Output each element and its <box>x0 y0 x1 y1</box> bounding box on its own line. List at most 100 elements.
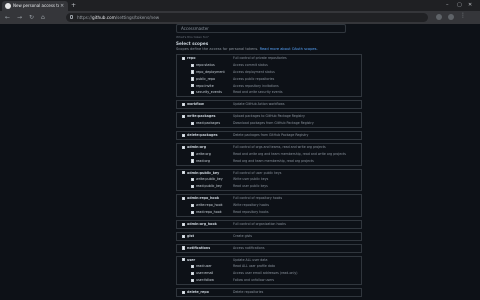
scope-description: Access deployment status <box>233 69 275 74</box>
scopes-table: repo Full control of private repositories… <box>176 54 362 300</box>
scope-checkbox[interactable] <box>191 178 195 182</box>
scopes-description: Scopes define the access for personal to… <box>176 47 318 51</box>
scope-checkbox[interactable] <box>191 210 195 214</box>
scope-checkbox[interactable] <box>182 258 186 262</box>
scope-group-delete-packages: delete:packages Delete packages from GitH… <box>176 131 362 140</box>
scope-checkbox[interactable] <box>191 278 195 283</box>
scope-checkbox[interactable] <box>182 246 186 250</box>
tab-title: New personal access tok... <box>13 3 59 8</box>
scope-description: Download packages from GitHub Package Re… <box>233 121 314 126</box>
scope-name: user:follow <box>196 278 214 283</box>
scope-name: user <box>187 257 196 262</box>
scope-description: Read and write org and team membership, … <box>233 151 346 156</box>
scope-name: admin:org_hook <box>187 221 217 226</box>
scope-name: gist <box>187 233 195 238</box>
scope-checkbox[interactable] <box>191 152 195 156</box>
back-arrow-icon[interactable]: ← <box>5 13 10 22</box>
scope-description: Access repository invitations <box>233 83 279 88</box>
scope-checkbox[interactable] <box>182 196 186 201</box>
scope-group-admin-org: admin:org Full control of orgs and teams,… <box>176 142 362 166</box>
url-text: https://github.com/settings/tokens/new <box>77 15 160 20</box>
new-tab-button[interactable]: + <box>71 1 76 10</box>
scope-name: admin:repo_hook <box>187 196 220 201</box>
scope-checkbox[interactable] <box>191 272 195 276</box>
scope-name: repo <box>187 56 196 60</box>
scope-checkbox[interactable] <box>182 234 186 238</box>
scope-checkbox[interactable] <box>182 222 186 226</box>
menu-kebab-icon[interactable]: ⋮ <box>460 13 466 19</box>
scope-name: delete:packages <box>187 133 218 138</box>
minimize-window-icon[interactable]: – <box>446 1 449 10</box>
oauth-scopes-link[interactable]: Read more about OAuth scopes. <box>260 47 318 51</box>
address-bar[interactable]: https://github.com/settings/tokens/new <box>66 13 428 22</box>
profile-icon[interactable] <box>448 14 454 20</box>
scope-checkbox[interactable] <box>182 56 186 60</box>
maximize-window-icon[interactable]: ▢ <box>457 1 462 10</box>
scope-subrow: write:public_key Write user public keys <box>177 176 361 183</box>
scope-row: repo Full control of private repositories <box>177 55 361 62</box>
lock-icon <box>70 15 73 19</box>
scope-row: delete:packages Delete packages from GitH… <box>177 132 361 139</box>
scope-subrow: user:email Access user email addresses (r… <box>177 270 361 277</box>
scope-subrow: security_events Read and write security e… <box>177 89 361 96</box>
forward-arrow-icon[interactable]: → <box>17 13 22 22</box>
scope-name: public_repo <box>196 76 215 81</box>
scope-checkbox[interactable] <box>191 91 195 95</box>
scope-checkbox[interactable] <box>191 77 195 81</box>
scope-checkbox[interactable] <box>182 114 186 119</box>
note-field[interactable]: Accessmaster <box>176 24 346 33</box>
scope-name: write:org <box>196 151 211 156</box>
scope-description: Create gists <box>233 233 253 238</box>
scope-subrow: write:repo_hook Write repository hooks <box>177 202 361 209</box>
scope-checkbox[interactable] <box>182 103 186 107</box>
scope-checkbox[interactable] <box>182 171 186 175</box>
home-icon[interactable]: ⌂ <box>41 13 45 22</box>
scope-checkbox[interactable] <box>191 203 195 208</box>
scope-row: delete_repo Delete repositories <box>177 289 361 296</box>
scope-name: repo_deployment <box>196 69 225 74</box>
scope-checkbox[interactable] <box>182 145 186 149</box>
scope-checkbox[interactable] <box>191 185 195 189</box>
scope-checkbox[interactable] <box>182 290 186 295</box>
scope-row: admin:org_hook Full control of organizati… <box>177 221 361 228</box>
scope-description: Delete repositories <box>233 290 264 295</box>
page-content: Accessmaster What's this token for? Sele… <box>0 24 480 298</box>
scope-description: Access commit status <box>233 62 268 67</box>
scope-description: Access user email addresses (read-only) <box>233 271 298 276</box>
scope-checkbox[interactable] <box>191 84 195 88</box>
scope-name: repo:status <box>196 62 215 67</box>
scope-checkbox[interactable] <box>191 265 195 269</box>
scope-row: admin:public_key Full control of user pub… <box>177 170 361 177</box>
scope-subrow: public_repo Access public repositories <box>177 76 361 83</box>
scope-description: Update ALL user data <box>233 257 268 262</box>
scope-subrow: read:packages Download packages from GitH… <box>177 120 361 127</box>
scope-name: user:email <box>196 271 214 276</box>
scope-description: Write repository hooks <box>233 203 269 208</box>
scope-group-write-packages: write:packages Upload packages to GitHub … <box>176 112 362 129</box>
scope-checkbox[interactable] <box>191 70 195 74</box>
scope-name: read:org <box>196 158 210 163</box>
scope-name: repo:invite <box>196 83 214 88</box>
github-favicon-icon <box>5 3 11 9</box>
browser-tab[interactable]: New personal access tok... × <box>2 1 68 11</box>
scope-name: read:public_key <box>196 184 222 189</box>
scope-name: security_events <box>196 90 222 95</box>
extension-icon[interactable] <box>436 14 442 20</box>
scope-row: admin:org Full control of orgs and teams,… <box>177 144 361 151</box>
scope-name: write:packages <box>187 114 216 119</box>
scope-checkbox[interactable] <box>191 121 195 125</box>
reload-icon[interactable]: ↻ <box>29 13 34 22</box>
scope-subrow: user:follow Follow and unfollow users <box>177 277 361 284</box>
scope-checkbox[interactable] <box>191 159 195 163</box>
scope-subrow: read:repo_hook Read repository hooks <box>177 209 361 216</box>
scope-group-repo: repo Full control of private repositories… <box>176 54 362 98</box>
scope-description: Read ALL user profile data <box>233 264 275 269</box>
close-window-icon[interactable]: ✕ <box>468 1 472 10</box>
scope-group-gist: gist Create gists <box>176 231 362 241</box>
scope-checkbox[interactable] <box>182 133 186 137</box>
close-tab-icon[interactable]: × <box>60 2 64 10</box>
scope-description: Update GitHub Action workflows <box>233 102 285 107</box>
scope-checkbox[interactable] <box>191 63 195 67</box>
scope-row: write:packages Upload packages to GitHub … <box>177 113 361 120</box>
scope-subrow: read:public_key Read user public keys <box>177 183 361 190</box>
